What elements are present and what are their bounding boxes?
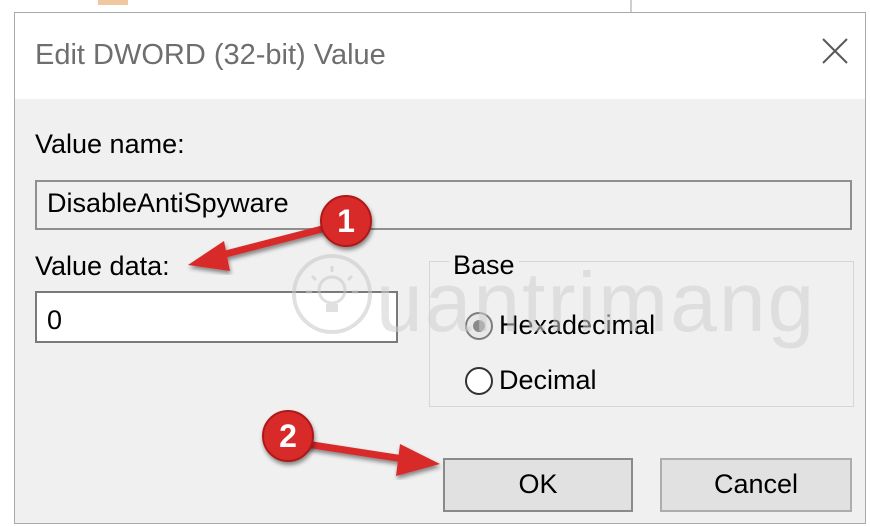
background-divider (630, 0, 632, 12)
ok-button[interactable]: OK (443, 458, 633, 512)
radio-hexadecimal-label: Hexadecimal (499, 310, 656, 340)
radio-decimal-label: Decimal (499, 365, 597, 395)
radio-checked-icon (465, 312, 493, 340)
dialog-body: Value name: DisableAntiSpyware Value dat… (15, 99, 865, 523)
edit-dword-dialog: Edit DWORD (32-bit) Value Value name: Di… (14, 12, 866, 524)
title-bar: Edit DWORD (32-bit) Value (15, 13, 865, 99)
value-data-input[interactable] (35, 291, 398, 343)
close-button[interactable] (805, 21, 865, 81)
cancel-button[interactable]: Cancel (660, 458, 852, 512)
value-name-field[interactable]: DisableAntiSpyware (35, 180, 852, 230)
value-name-label: Value name: (35, 129, 185, 159)
background-fragment (98, 0, 128, 5)
annotation-badge-2: 2 (262, 410, 314, 462)
dialog-title: Edit DWORD (32-bit) Value (35, 39, 386, 71)
annotation-badge-1: 1 (320, 195, 372, 247)
close-icon (822, 38, 848, 64)
background-strip (0, 0, 870, 12)
value-data-label: Value data: (35, 251, 170, 281)
base-legend: Base (449, 250, 519, 281)
radio-unchecked-icon (465, 367, 493, 395)
